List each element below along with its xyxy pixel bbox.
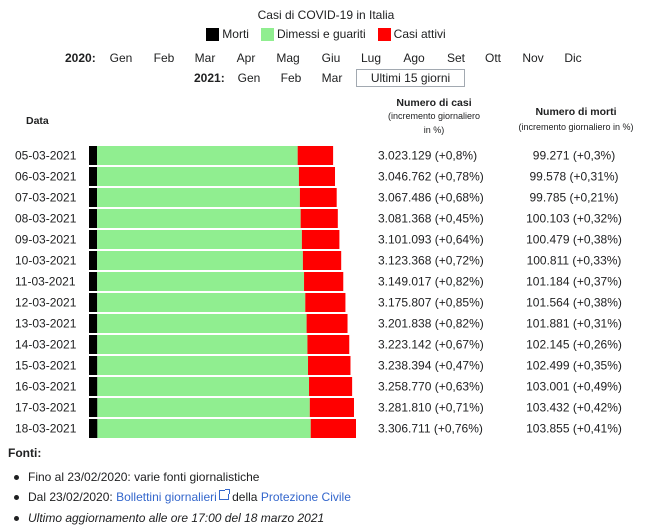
bar-recovered (97, 230, 302, 249)
bar-recovered (97, 167, 299, 186)
bar-recovered (97, 209, 301, 228)
cases-value: 3.201.838 (+0,82%) (378, 317, 484, 331)
deaths-value: 101.881 (+0,31%) (526, 317, 622, 331)
cases-value: 3.149.017 (+0,82%) (378, 275, 484, 289)
date-label: 13-03-2021 (15, 317, 77, 331)
bar-active (302, 251, 342, 270)
bar-recovered (97, 398, 310, 417)
bar-active (309, 377, 353, 396)
bar-active (304, 272, 344, 291)
source-text-3: Ultimo aggiornamento alle ore 17:00 del … (28, 511, 325, 525)
date-label: 06-03-2021 (15, 170, 77, 184)
bar-recovered (97, 146, 298, 165)
sources-title: Fonti: (8, 446, 42, 460)
cases-value: 3.175.807 (+0,85%) (378, 296, 484, 310)
deaths-value: 99.785 (+0,21%) (529, 191, 618, 205)
bar-deaths (89, 377, 98, 396)
bar-recovered (97, 335, 308, 354)
bar-recovered (97, 251, 303, 270)
cases-value: 3.238.394 (+0,47%) (378, 359, 484, 373)
deaths-value: 99.271 (+0,3%) (533, 149, 615, 163)
date-label: 12-03-2021 (15, 296, 77, 310)
cases-value: 3.046.762 (+0,78%) (378, 170, 484, 184)
cases-value: 3.306.711 (+0,76%) (378, 422, 483, 436)
bar-active (300, 209, 338, 228)
bar-recovered (97, 293, 306, 312)
source-item-1: Fino al 23/02/2020: varie fonti giornali… (14, 470, 259, 484)
bar-active (309, 398, 354, 417)
bar-recovered (97, 419, 311, 438)
bar-deaths (89, 398, 98, 417)
date-label: 09-03-2021 (15, 233, 77, 247)
bar-deaths (89, 188, 98, 207)
date-label: 16-03-2021 (15, 380, 77, 394)
date-label: 14-03-2021 (15, 338, 77, 352)
bar-recovered (97, 356, 309, 375)
bar-active (306, 314, 348, 333)
bar-active (297, 146, 334, 165)
bar-deaths (89, 251, 98, 270)
bar-active (298, 167, 336, 186)
deaths-value: 100.811 (+0,33%) (527, 254, 622, 268)
bar-recovered (97, 377, 310, 396)
bar-deaths (89, 314, 98, 333)
bollettini-link[interactable]: Bollettini giornalieri (116, 490, 217, 504)
bar-deaths (89, 209, 98, 228)
bullet-icon (14, 475, 19, 481)
bar-deaths (89, 356, 98, 375)
bar-active (301, 230, 340, 249)
date-label: 11-03-2021 (15, 275, 76, 289)
deaths-value: 102.145 (+0,26%) (526, 338, 622, 352)
bar-deaths (89, 419, 98, 438)
source-item-2: Dal 23/02/2020: Bollettini giornalieri d… (14, 489, 351, 504)
date-label: 18-03-2021 (15, 422, 77, 436)
cases-value: 3.281.810 (+0,71%) (378, 401, 484, 415)
bar-active (299, 188, 337, 207)
bar-active (305, 293, 346, 312)
cases-value: 3.081.368 (+0,45%) (378, 212, 484, 226)
cases-value: 3.023.129 (+0,8%) (378, 149, 477, 163)
source-text-1: Fino al 23/02/2020: varie fonti giornali… (28, 470, 260, 484)
bullet-icon (14, 495, 19, 501)
date-label: 10-03-2021 (15, 254, 77, 268)
source-text-2-prefix: Dal 23/02/2020: (28, 490, 117, 504)
bar-recovered (97, 314, 307, 333)
bar-deaths (89, 272, 98, 291)
deaths-value: 101.564 (+0,38%) (526, 296, 622, 310)
protezione-civile-link[interactable]: Protezione Civile (261, 490, 351, 504)
bar-recovered (97, 188, 300, 207)
bar-deaths (89, 335, 98, 354)
cases-value: 3.067.486 (+0,68%) (378, 191, 484, 205)
bar-active (310, 419, 356, 438)
source-item-3: Ultimo aggiornamento alle ore 17:00 del … (14, 511, 324, 525)
chart-plot: 05-03-2021 3.023.129 (+0,8%) 99.271 (+0,3%… (15, 146, 622, 438)
cases-value: 3.123.368 (+0,72%) (378, 254, 484, 268)
bullet-icon (14, 516, 19, 522)
deaths-value: 99.578 (+0,31%) (529, 170, 618, 184)
bar-deaths (89, 146, 98, 165)
deaths-value: 103.001 (+0,49%) (526, 380, 622, 394)
date-label: 07-03-2021 (15, 191, 77, 205)
date-label: 17-03-2021 (15, 401, 77, 415)
external-link-icon (218, 489, 230, 500)
bar-deaths (89, 293, 98, 312)
cases-value: 3.101.093 (+0,64%) (378, 233, 484, 247)
bar-active (307, 335, 350, 354)
bar-deaths (89, 230, 98, 249)
cases-value: 3.223.142 (+0,67%) (378, 338, 484, 352)
bar-deaths (89, 167, 98, 186)
bar-active (308, 356, 351, 375)
deaths-value: 100.479 (+0,38%) (526, 233, 622, 247)
deaths-value: 103.855 (+0,41%) (526, 422, 622, 436)
deaths-value: 101.184 (+0,37%) (526, 275, 622, 289)
deaths-value: 102.499 (+0,35%) (526, 359, 622, 373)
cases-value: 3.258.770 (+0,63%) (378, 380, 484, 394)
deaths-value: 100.103 (+0,32%) (526, 212, 622, 226)
date-label: 08-03-2021 (15, 212, 77, 226)
date-label: 15-03-2021 (15, 359, 77, 373)
date-label: 05-03-2021 (15, 149, 77, 163)
deaths-value: 103.432 (+0,42%) (526, 401, 622, 415)
bar-recovered (97, 272, 305, 291)
source-text-2-mid: della (228, 490, 261, 504)
